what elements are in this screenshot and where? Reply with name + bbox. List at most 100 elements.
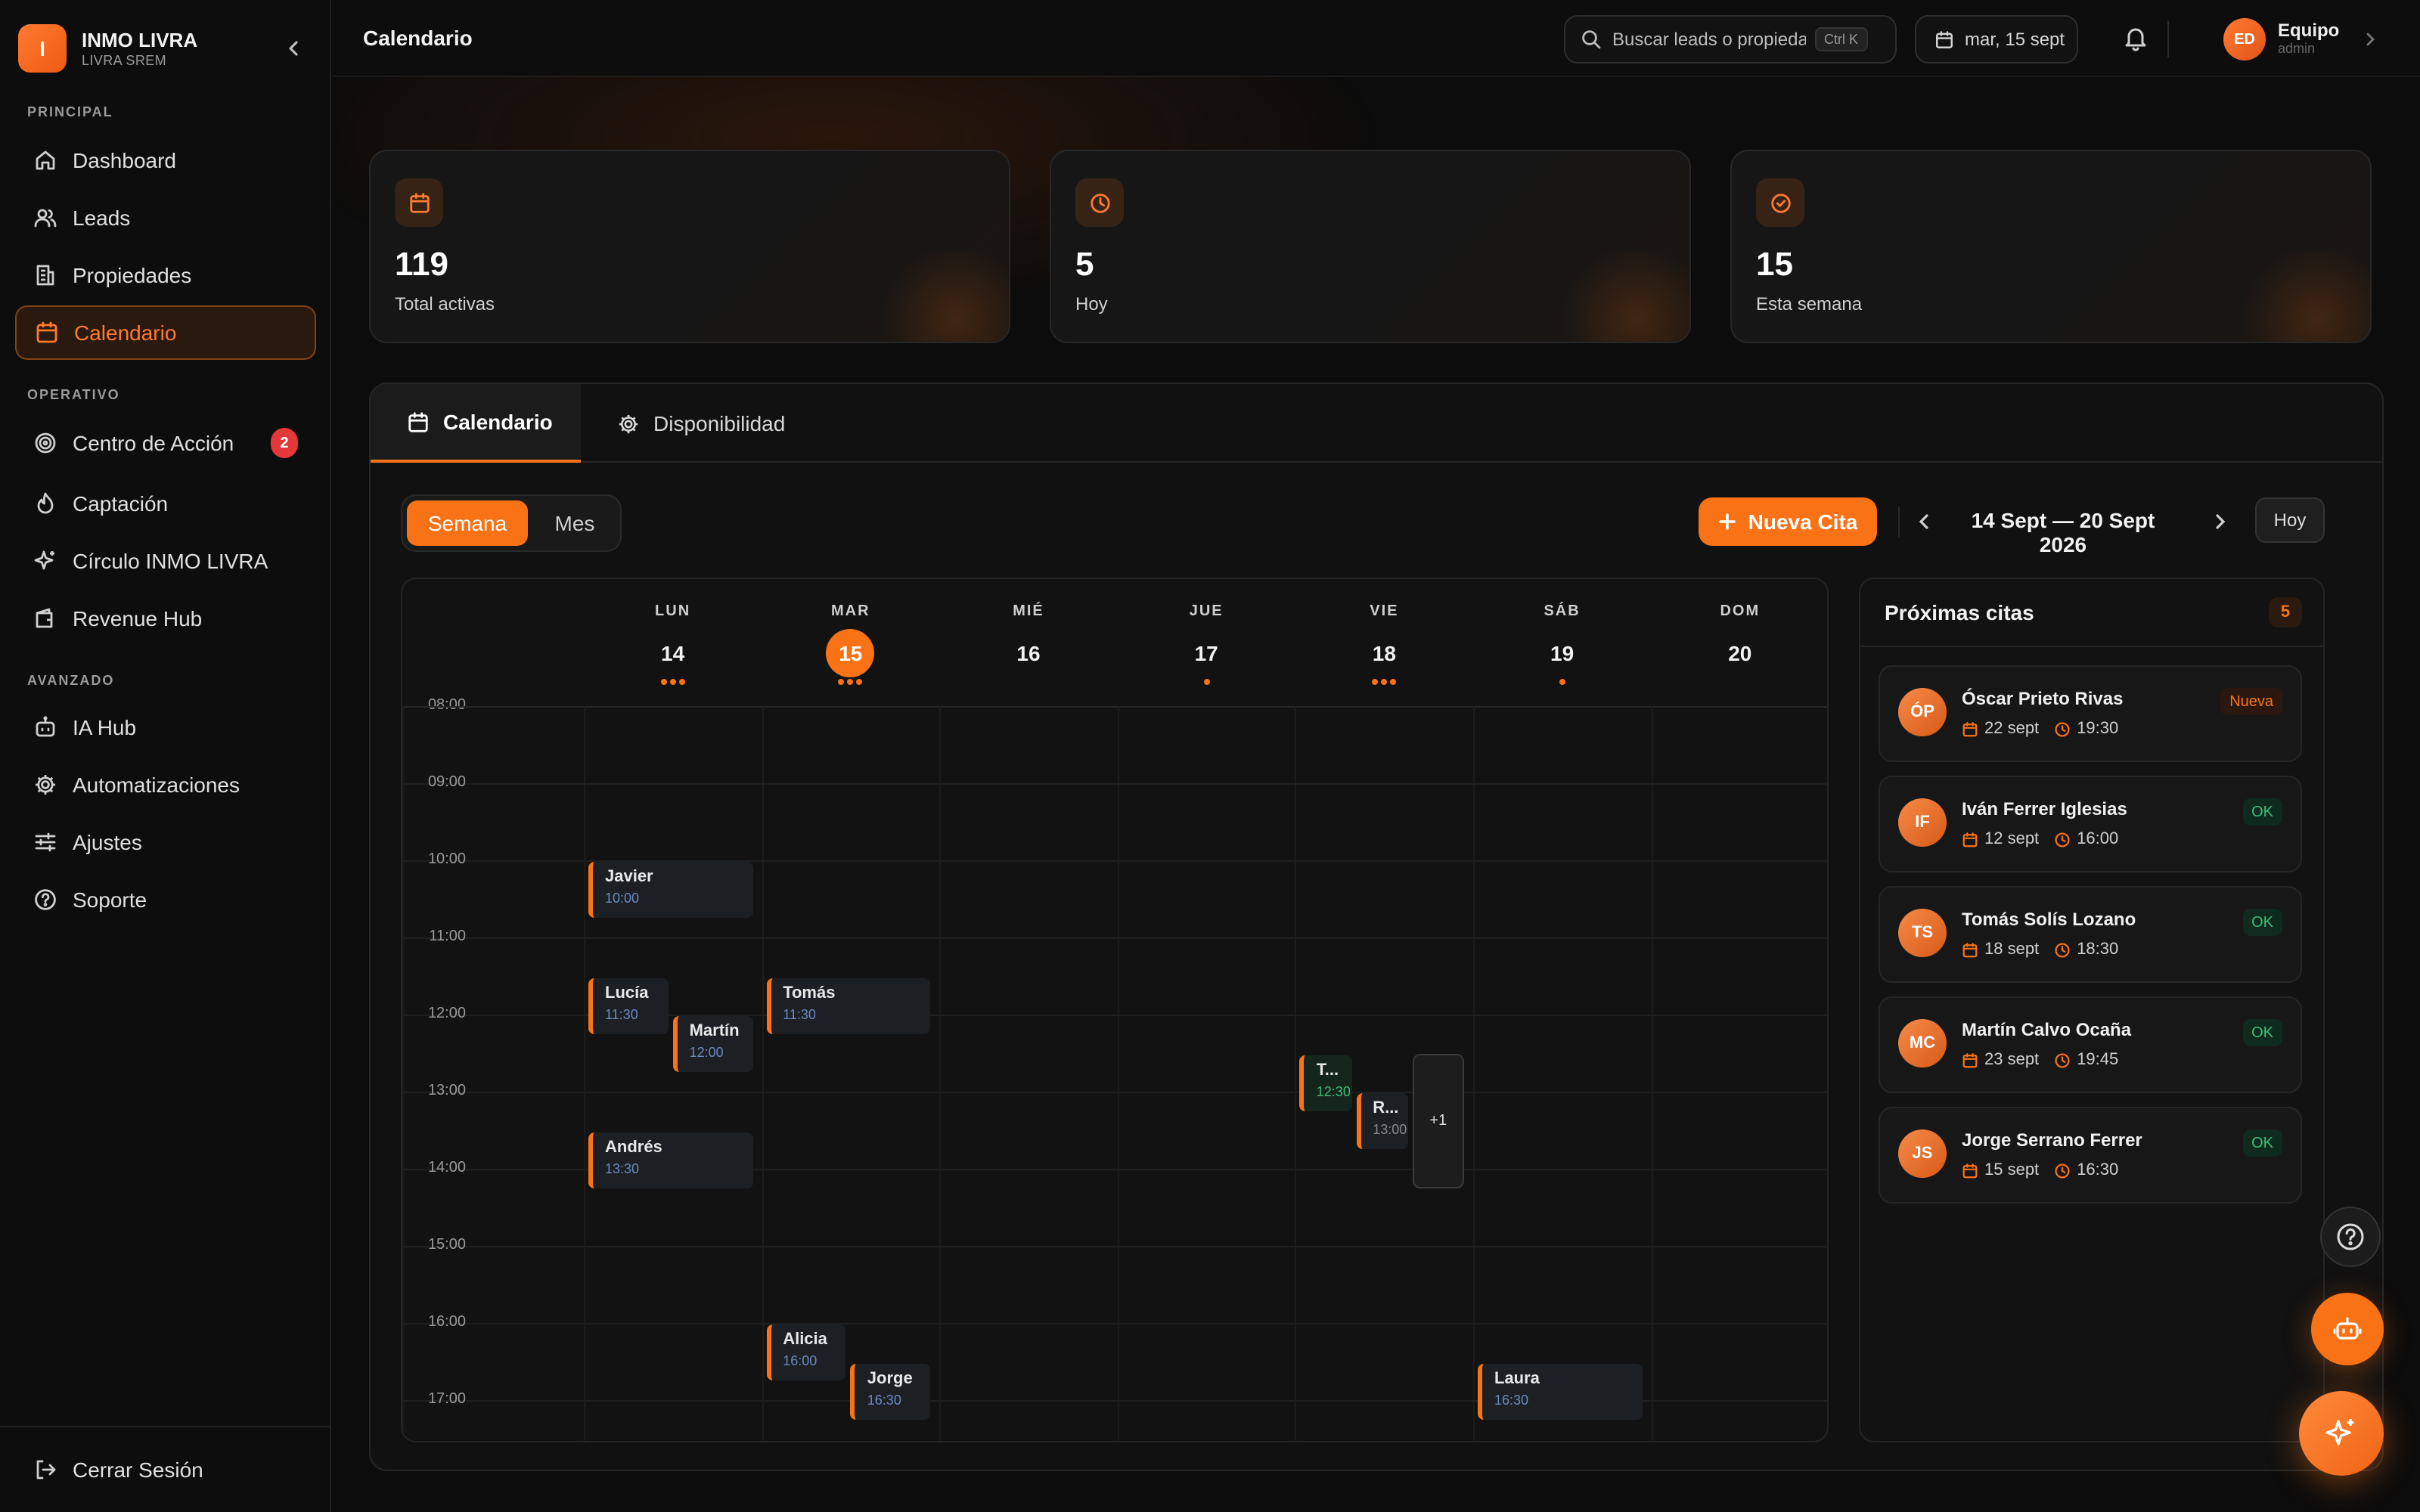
plus-icon <box>1718 513 1736 531</box>
sidebar-item-revenue-hub[interactable]: Revenue Hub <box>15 591 316 646</box>
appointment-card[interactable]: IF Iván Ferrer Iglesias 12 sept 16:00 OK <box>1879 776 2302 872</box>
appointment-name: Martín Calvo Ocaña <box>1962 1019 2132 1040</box>
appointment-card[interactable]: ÓP Óscar Prieto Rivas 22 sept 19:30 Nueva <box>1879 665 2302 762</box>
sidebar-item-automatizaciones[interactable]: Automatizaciones <box>15 758 316 812</box>
current-date: mar, 15 sept <box>1965 29 2065 50</box>
date-picker-button[interactable]: mar, 15 sept <box>1915 15 2078 64</box>
appointment-meta: 12 sept 16:00 <box>1962 830 2118 848</box>
tab-calendario[interactable]: Calendario <box>371 384 581 463</box>
hour-label: 09:00 <box>427 774 466 791</box>
day-number: 14 <box>661 641 685 665</box>
day-name: SÁB <box>1544 603 1581 620</box>
tab-disponibilidad[interactable]: Disponibilidad <box>581 384 821 463</box>
event-time: 11:30 <box>605 1006 638 1021</box>
day-header[interactable]: VIE 18 <box>1295 579 1473 706</box>
event-name: T... <box>1316 1061 1339 1079</box>
sidebar-item-label: Centro de Acción <box>73 431 234 455</box>
tabs: Calendario Disponibilidad <box>371 384 2382 463</box>
appointment-card[interactable]: TS Tomás Solís Lozano 18 sept 18:30 OK <box>1879 886 2302 983</box>
ai-assistant-button[interactable] <box>2299 1391 2384 1476</box>
calendar-event[interactable]: Alicia 16:00 <box>766 1325 846 1381</box>
notification-badge: 2 <box>271 428 298 458</box>
calendar-event[interactable]: T... 12:30 <box>1299 1055 1352 1111</box>
sidebar-item-calendario[interactable]: Calendario <box>15 305 316 360</box>
sidebar-item-leads[interactable]: Leads <box>15 191 316 245</box>
status-badge: OK <box>2242 1129 2282 1157</box>
sidebar-item-circulo[interactable]: Círculo INMO LIVRA <box>15 534 316 588</box>
day-number: 17 <box>1194 641 1218 665</box>
appointment-card[interactable]: MC Martín Calvo Ocaña 23 sept 19:45 OK <box>1879 996 2302 1093</box>
stat-value: 5 <box>1075 245 1094 283</box>
calendar-icon <box>1962 941 1978 958</box>
avatar: IF <box>1898 798 1947 847</box>
appointment-name: Jorge Serrano Ferrer <box>1962 1129 2142 1151</box>
event-time: 16:00 <box>783 1353 818 1368</box>
hour-gridline <box>402 1246 1827 1247</box>
week-calendar: 08:00 09:00 10:00 11:00 12:00 13:00 14:00 15:00… <box>401 578 1829 1442</box>
hour-gridline <box>402 1323 1827 1325</box>
topbar: Calendario Ctrl K mar, 15 sept ED Equipo… <box>333 0 2420 77</box>
brand[interactable]: I INMO LIVRA LIVRA SREM <box>18 24 197 73</box>
user-menu[interactable]: ED Equipo admin <box>2223 18 2378 60</box>
day-header[interactable]: SÁB 19 <box>1473 579 1651 706</box>
search-box[interactable]: Ctrl K <box>1564 15 1897 64</box>
calendar-icon <box>1962 1052 1978 1068</box>
calendar-event[interactable]: Lucía 11:30 <box>588 978 669 1034</box>
sidebar-footer: Cerrar Sesión <box>0 1426 331 1512</box>
view-month-button[interactable]: Mes <box>532 500 617 546</box>
event-name: Laura <box>1494 1369 1540 1387</box>
avatar: ÓP <box>1898 688 1947 736</box>
day-header[interactable]: DOM 20 <box>1651 579 1827 706</box>
event-time: 12:30 <box>1316 1083 1351 1098</box>
day-number: 16 <box>1016 641 1041 665</box>
day-name: MAR <box>831 603 870 620</box>
help-button[interactable] <box>2320 1207 2381 1267</box>
view-week-button[interactable]: Semana <box>407 500 528 546</box>
appointment-name: Tomás Solís Lozano <box>1962 909 2136 930</box>
calendar-event[interactable]: Laura 16:30 <box>1478 1363 1643 1420</box>
sidebar-item-dashboard[interactable]: Dashboard <box>15 133 316 187</box>
day-header[interactable]: LUN 14 <box>584 579 762 706</box>
logout-button[interactable]: Cerrar Sesión <box>15 1442 316 1497</box>
calendar-event[interactable]: Andrés 13:30 <box>588 1132 753 1188</box>
event-time: 10:00 <box>605 891 640 906</box>
sidebar-item-propiedades[interactable]: Propiedades <box>15 248 316 302</box>
hour-label: 17:00 <box>427 1391 466 1408</box>
event-time: 11:30 <box>783 1006 816 1021</box>
stat-card-week: 15 Esta semana <box>1730 150 2372 343</box>
gear-icon <box>617 412 640 435</box>
calendar-event[interactable]: Jorge 16:30 <box>850 1363 931 1420</box>
new-appointment-button[interactable]: Nueva Cita <box>1699 497 1877 546</box>
calendar-event[interactable]: Tomás 11:30 <box>766 978 931 1034</box>
hour-label: 12:00 <box>427 1005 466 1022</box>
sidebar-item-centro-de-accion[interactable]: Centro de Acción 2 <box>15 416 316 470</box>
chevron-right-icon[interactable] <box>2210 511 2231 532</box>
event-name: Martín <box>689 1022 740 1040</box>
day-header[interactable]: JUE 17 <box>1118 579 1295 706</box>
clock-icon <box>2054 1162 2071 1179</box>
day-column-divider <box>402 706 404 1441</box>
calendar-event[interactable]: Javier 10:00 <box>588 862 753 919</box>
sidebar-item-captacion[interactable]: Captación <box>15 476 316 531</box>
ai-bot-button[interactable] <box>2311 1293 2384 1365</box>
sidebar-item-ia-hub[interactable]: IA Hub <box>15 700 316 754</box>
event-name: Jorge <box>867 1369 913 1387</box>
event-name: Tomás <box>783 984 836 1002</box>
sidebar-item-ajustes[interactable]: Ajustes <box>15 815 316 869</box>
search-input[interactable] <box>1612 29 1806 50</box>
sidebar-item-soporte[interactable]: Soporte <box>15 872 316 927</box>
event-time: 16:30 <box>867 1392 901 1407</box>
event-dot <box>660 679 667 685</box>
calendar-event[interactable]: R... 13:00 <box>1356 1093 1408 1150</box>
chevron-left-icon[interactable] <box>1913 511 1934 532</box>
bell-icon[interactable] <box>2122 24 2149 51</box>
appointment-card[interactable]: JS Jorge Serrano Ferrer 15 sept 16:30 OK <box>1879 1107 2302 1204</box>
collapse-sidebar-icon[interactable] <box>281 36 306 60</box>
day-header[interactable]: MAR 15 <box>762 579 939 706</box>
calendar-event[interactable]: Martín 12:00 <box>672 1016 753 1073</box>
more-events-button[interactable]: +1 <box>1412 1053 1464 1188</box>
calendar-icon <box>1934 29 1954 49</box>
today-button[interactable]: Hoy <box>2255 497 2325 543</box>
sidebar: I INMO LIVRA LIVRA SREM PRINCIPAL Dashbo… <box>0 0 331 1512</box>
day-header[interactable]: MIÉ 16 <box>939 579 1117 706</box>
